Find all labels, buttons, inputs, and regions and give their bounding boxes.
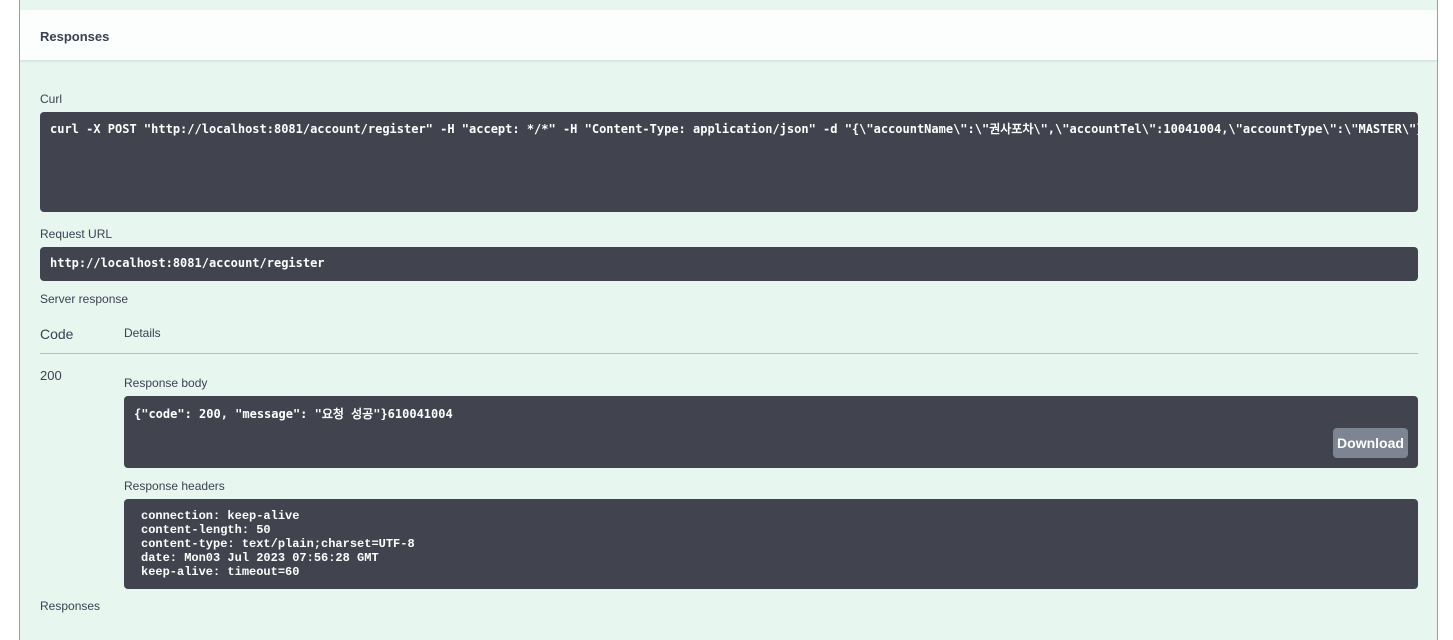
responses-section-header: Responses [20, 10, 1437, 61]
curl-label: Curl [40, 92, 63, 106]
server-response-label: Server response [40, 292, 129, 306]
details-column-header: Details [124, 326, 161, 340]
code-column-header: Code [40, 326, 74, 342]
request-url-box[interactable]: http://localhost:8081/account/register [40, 247, 1418, 281]
response-headers-box[interactable]: connection: keep-alive content-length: 5… [124, 499, 1418, 589]
response-headers-list[interactable]: connection: keep-alive content-length: 5… [141, 509, 415, 579]
responses-section-title: Responses [40, 29, 110, 44]
response-body-text[interactable]: {"code": 200, "message": "요청 성공"}6100410… [134, 405, 453, 422]
response-header-line: keep-alive: timeout=60 [141, 565, 300, 579]
response-header-line: content-type: text/plain;charset=UTF-8 [141, 537, 415, 551]
download-button[interactable]: Download [1333, 428, 1408, 458]
response-table-divider [40, 353, 1418, 354]
response-header-line: connection: keep-alive [141, 509, 300, 523]
curl-command-box[interactable]: curl -X POST "http://localhost:8081/acco… [40, 112, 1418, 212]
responses-footer-label: Responses [40, 599, 101, 613]
operation-block: Responses Curl curl -X POST "http://loca… [19, 0, 1438, 640]
response-headers-label: Response headers [124, 479, 225, 493]
response-body-label: Response body [124, 376, 208, 390]
response-status-code: 200 [40, 368, 62, 383]
curl-command-text[interactable]: curl -X POST "http://localhost:8081/acco… [50, 120, 1418, 137]
response-body-box[interactable]: {"code": 200, "message": "요청 성공"}6100410… [124, 396, 1418, 468]
response-header-line: date: Mon03 Jul 2023 07:56:28 GMT [141, 551, 379, 565]
response-header-line: content-length: 50 [141, 523, 271, 537]
request-url-label: Request URL [40, 227, 113, 241]
request-url-text[interactable]: http://localhost:8081/account/register [50, 256, 325, 270]
